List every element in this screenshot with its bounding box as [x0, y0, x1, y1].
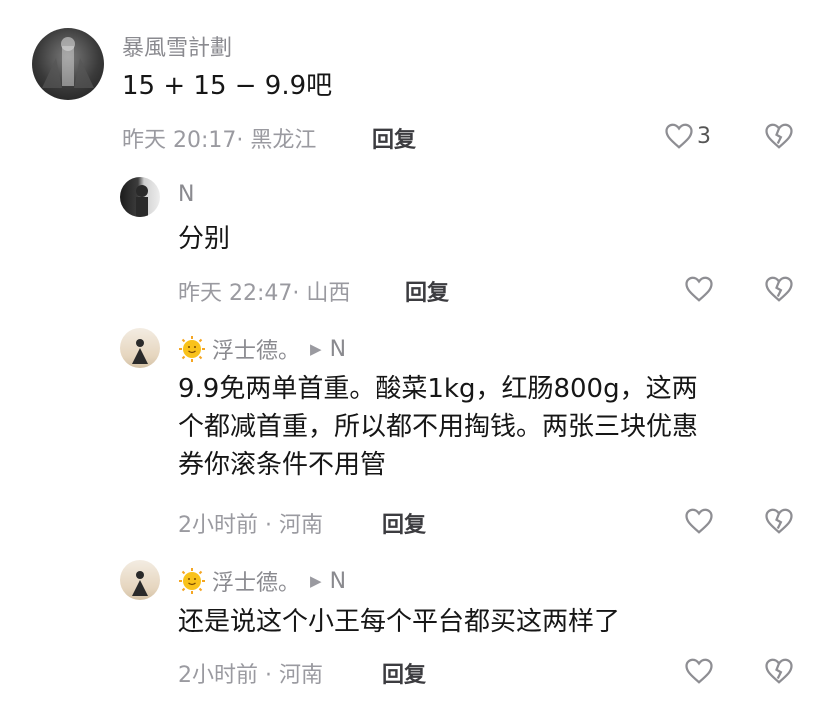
comment-text: 还是说这个小王每个平台都买这两样了 — [178, 607, 621, 637]
comment-text: 15 + 15 − 9.9吧 — [122, 71, 333, 101]
avatar[interactable] — [120, 328, 160, 368]
play-arrow-icon: ▶ — [310, 572, 322, 590]
username[interactable]: 浮士德。 ▶ N — [178, 333, 346, 365]
avatar-figure-icon — [136, 185, 148, 217]
avatar-figure-icon — [132, 339, 148, 364]
avatar[interactable] — [120, 560, 160, 600]
timestamp: 昨天 20:17 — [122, 128, 237, 153]
broken-heart-icon — [765, 508, 793, 534]
avatar-figure-icon — [42, 37, 94, 88]
separator: · — [258, 513, 279, 538]
like-button[interactable] — [684, 275, 714, 303]
timestamp: 2小时前 — [178, 663, 258, 688]
comment-1: 暴風雪計劃 15 + 15 − 9.9吧 昨天 20:17· 黑龙江 回复 3 — [0, 0, 828, 160]
heart-outline-icon — [685, 658, 713, 684]
comment-meta: 昨天 20:17· 黑龙江 — [122, 122, 316, 154]
heart-outline-icon — [665, 123, 693, 149]
like-count: 3 — [697, 123, 711, 149]
separator: · — [236, 128, 251, 153]
comment-3: 浮士德。 ▶ N 9.9免两单首重。酸菜1kg，红肠800g，这两 个都减首重，… — [0, 320, 828, 550]
location: 河南 — [278, 513, 323, 538]
username-text: 浮士德。 — [212, 571, 301, 596]
comment-2: N 分别 昨天 22:47· 山西 回复 — [0, 165, 828, 307]
comment-text-line: 9.9免两单首重。酸菜1kg，红肠800g，这两 — [178, 374, 698, 404]
username[interactable]: 暴風雪計劃 — [122, 30, 232, 62]
username-text: 浮士德。 — [212, 339, 301, 364]
reply-button[interactable]: 回复 — [372, 122, 416, 154]
sun-face-emoji — [179, 336, 205, 362]
timestamp: 2小时前 — [178, 513, 258, 538]
broken-heart-icon — [765, 276, 793, 302]
heart-outline-icon — [685, 508, 713, 534]
dislike-button[interactable] — [764, 657, 794, 689]
username[interactable]: N — [178, 182, 194, 207]
location: 河南 — [278, 663, 323, 688]
comment-meta: 昨天 22:47· 山西 — [178, 275, 350, 307]
location: 山西 — [306, 281, 351, 306]
like-button[interactable] — [684, 657, 714, 685]
avatar[interactable] — [120, 177, 160, 217]
dislike-button[interactable] — [764, 122, 794, 154]
comment-text: 9.9免两单首重。酸菜1kg，红肠800g，这两 个都减首重，所以都不用掏钱。两… — [178, 370, 698, 484]
comment-text-line: 券你滚条件不用管 — [178, 450, 387, 480]
heart-outline-icon — [685, 276, 713, 302]
comment-meta: 2小时前 · 河南 — [178, 657, 323, 689]
avatar[interactable] — [32, 28, 104, 100]
reply-button[interactable]: 回复 — [382, 507, 426, 539]
reply-to-username[interactable]: N — [330, 569, 346, 594]
username[interactable]: 浮士德。 ▶ N — [178, 565, 346, 597]
comment-4: 浮士德。 ▶ N 还是说这个小王每个平台都买这两样了 2小时前 · 河南 回复 — [0, 555, 828, 715]
separator: · — [292, 281, 307, 306]
avatar-figure-icon — [132, 571, 148, 596]
comment-meta: 2小时前 · 河南 — [178, 507, 323, 539]
location: 黑龙江 — [250, 128, 317, 153]
reply-button[interactable]: 回复 — [405, 275, 449, 307]
like-button[interactable] — [684, 507, 714, 535]
reply-button[interactable]: 回复 — [382, 657, 426, 689]
sun-face-emoji — [179, 568, 205, 594]
comment-text-line: 个都减首重，所以都不用掏钱。两张三块优惠 — [178, 412, 699, 442]
dislike-button[interactable] — [764, 275, 794, 307]
broken-heart-icon — [765, 658, 793, 684]
play-arrow-icon: ▶ — [310, 340, 322, 358]
comment-text: 分别 — [178, 224, 231, 254]
separator: · — [258, 663, 279, 688]
reply-to-username[interactable]: N — [330, 337, 346, 362]
broken-heart-icon — [765, 123, 793, 149]
dislike-button[interactable] — [764, 507, 794, 539]
timestamp: 昨天 22:47 — [178, 281, 293, 306]
like-button[interactable]: 3 — [664, 122, 711, 150]
